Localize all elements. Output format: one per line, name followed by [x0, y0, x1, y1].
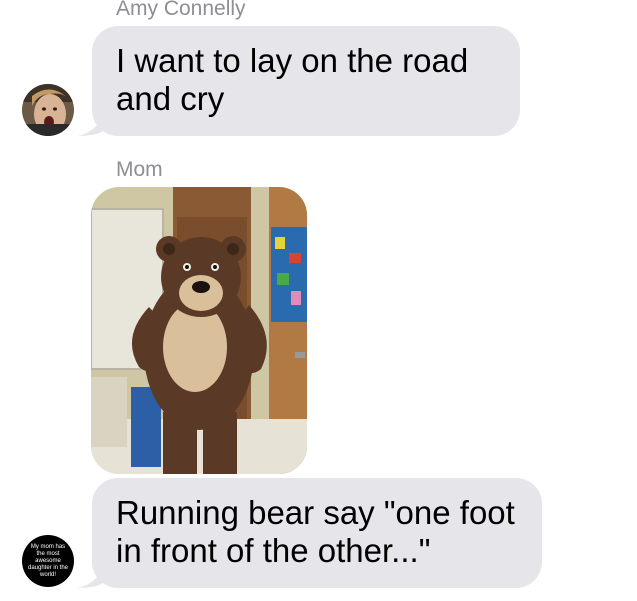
message-text: Running bear say "one foot in front of t…	[116, 494, 515, 569]
text-badge-avatar-icon: My mom has the most awesome daughter in …	[27, 543, 69, 578]
photo-attachment[interactable]	[91, 187, 307, 474]
message-bubble[interactable]: I want to lay on the road and cry	[92, 26, 520, 136]
message-thread: Amy Connelly I want to lay on the road a…	[0, 0, 637, 601]
message-bubble[interactable]: Running bear say "one foot in front of t…	[92, 478, 542, 588]
bubble-tail	[78, 562, 104, 588]
face-photo-avatar-icon	[22, 84, 74, 136]
avatar[interactable]	[22, 84, 74, 136]
sender-name: Mom	[116, 158, 163, 181]
sender-name: Amy Connelly	[116, 0, 246, 20]
bubble-tail	[78, 110, 104, 136]
avatar[interactable]: My mom has the most awesome daughter in …	[22, 535, 74, 587]
bear-mascot-photo-icon	[91, 187, 307, 474]
message-text: I want to lay on the road and cry	[116, 42, 469, 117]
